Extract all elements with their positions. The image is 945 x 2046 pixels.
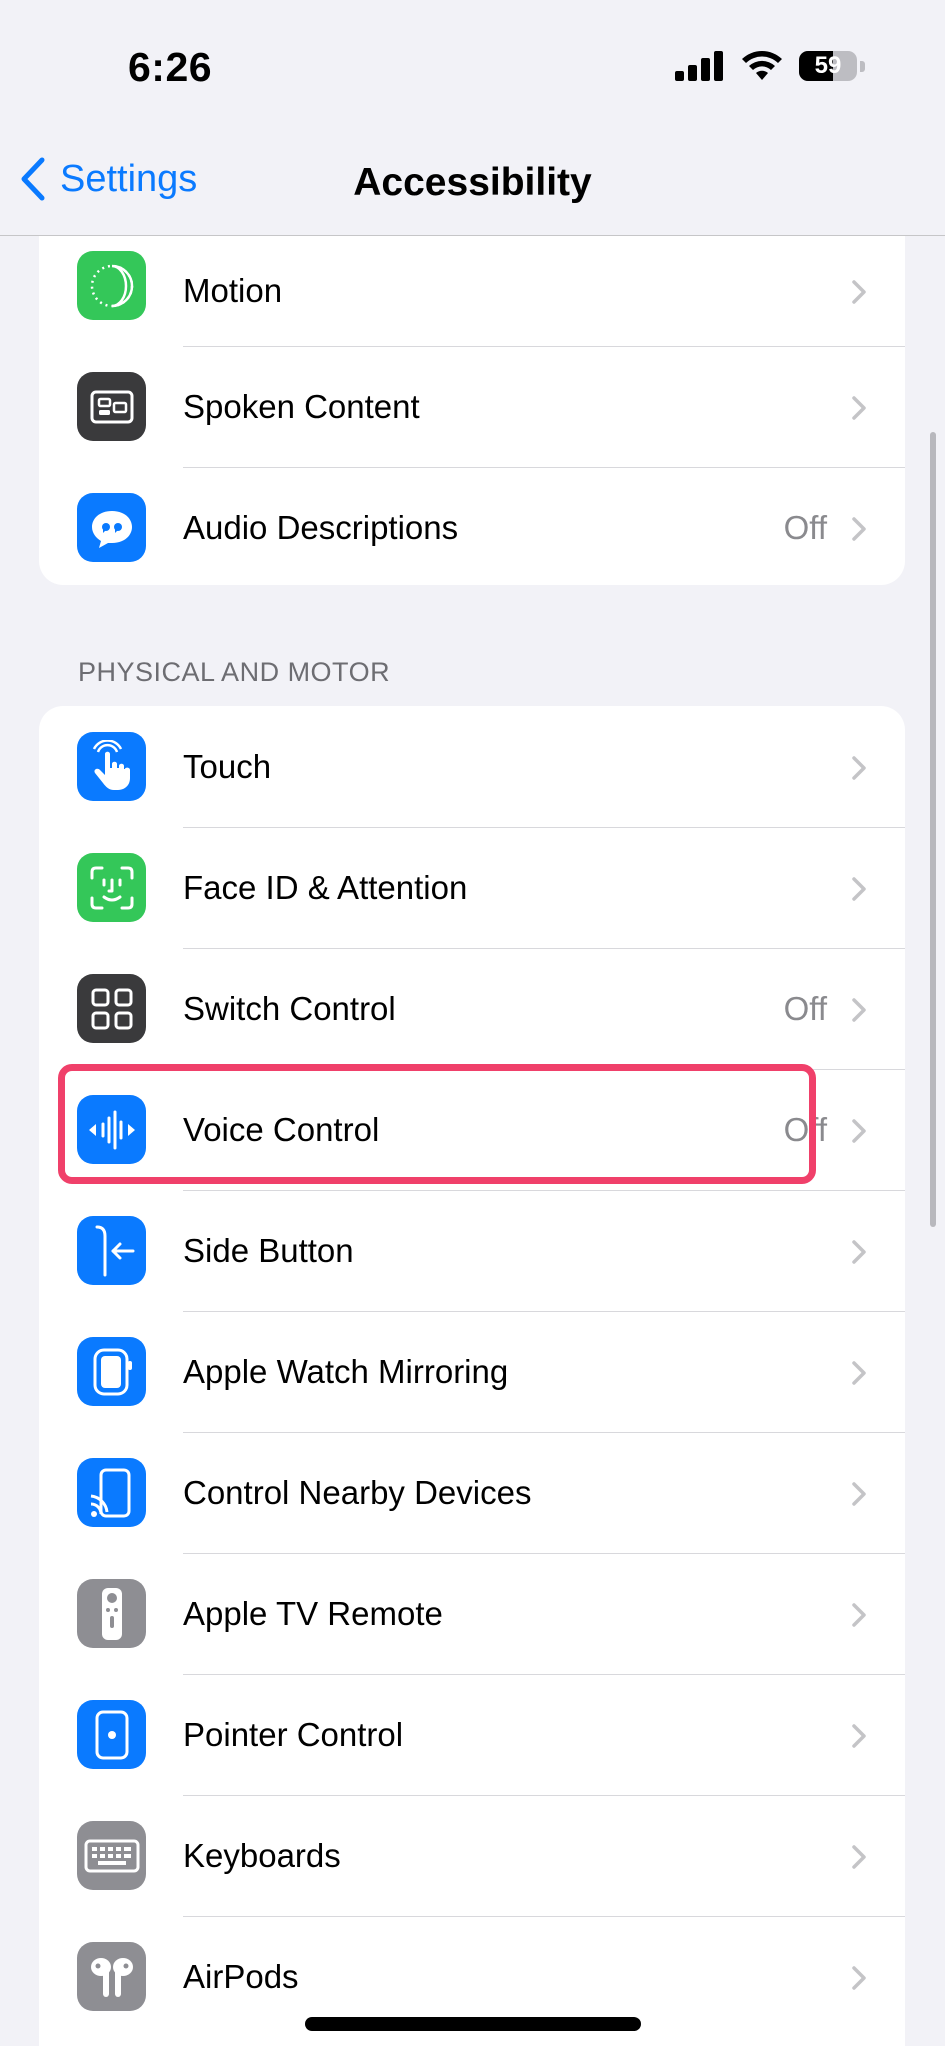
chevron-right-icon bbox=[852, 517, 866, 541]
row-keyboards[interactable]: Keyboards bbox=[39, 1795, 905, 1916]
row-label: Pointer Control bbox=[183, 1716, 404, 1753]
chevron-right-icon bbox=[852, 1240, 866, 1264]
row-apple-tv-remote[interactable]: Apple TV Remote bbox=[39, 1553, 905, 1674]
tv-remote-icon bbox=[77, 1579, 146, 1648]
navigation-bar: Settings Accessibility bbox=[0, 135, 945, 236]
row-label: Spoken Content bbox=[183, 388, 420, 425]
chevron-right-icon bbox=[852, 280, 866, 304]
row-pointer-control[interactable]: Pointer Control bbox=[39, 1674, 905, 1795]
home-indicator[interactable] bbox=[305, 2017, 641, 2031]
row-label: Apple TV Remote bbox=[183, 1595, 443, 1632]
row-label: Keyboards bbox=[183, 1837, 341, 1874]
chevron-right-icon bbox=[852, 998, 866, 1022]
physical-motor-group: Touch Face ID & Attention Switch Control… bbox=[39, 706, 905, 2046]
battery-percentage: 59 bbox=[814, 52, 842, 79]
row-label: Voice Control bbox=[183, 1111, 380, 1148]
wifi-icon bbox=[742, 51, 782, 80]
status-time: 6:26 bbox=[128, 44, 213, 90]
status-bar: 6:26 59 bbox=[0, 0, 945, 135]
row-apple-watch-mirroring[interactable]: Apple Watch Mirroring bbox=[39, 1311, 905, 1432]
row-switch-control[interactable]: Switch Control Off bbox=[39, 948, 905, 1069]
spoken-content-icon bbox=[77, 372, 146, 441]
row-face-id-attention[interactable]: Face ID & Attention bbox=[39, 827, 905, 948]
row-control-nearby-devices[interactable]: Control Nearby Devices bbox=[39, 1432, 905, 1553]
face-id-icon bbox=[77, 853, 146, 922]
chevron-right-icon bbox=[852, 1724, 866, 1748]
row-touch[interactable]: Touch bbox=[39, 706, 905, 827]
chevron-right-icon bbox=[852, 755, 866, 780]
vision-settings-group: Motion Spoken Content Audio Descriptions… bbox=[39, 236, 905, 585]
row-value: Off bbox=[783, 990, 827, 1027]
chevron-right-icon bbox=[852, 1845, 866, 1869]
row-label: Face ID & Attention bbox=[183, 869, 468, 906]
status-icons: 59 bbox=[675, 50, 865, 82]
chevron-right-icon bbox=[852, 1482, 866, 1506]
row-spoken-content[interactable]: Spoken Content bbox=[39, 346, 905, 467]
battery-icon: 59 bbox=[799, 51, 857, 81]
switch-control-icon bbox=[77, 974, 146, 1043]
row-label: Audio Descriptions bbox=[183, 509, 459, 546]
row-label: Touch bbox=[183, 747, 272, 785]
touch-icon bbox=[77, 732, 146, 801]
nearby-devices-icon bbox=[77, 1458, 146, 1527]
pointer-control-icon bbox=[77, 1700, 146, 1769]
row-label: AirPods bbox=[183, 1958, 299, 1995]
row-voice-control[interactable]: Voice Control Off bbox=[39, 1069, 905, 1190]
chevron-right-icon bbox=[852, 877, 866, 901]
row-label: Side Button bbox=[183, 1232, 354, 1269]
row-label: Apple Watch Mirroring bbox=[183, 1353, 509, 1390]
section-header-physical-motor: PHYSICAL AND MOTOR bbox=[78, 657, 391, 687]
motion-icon bbox=[77, 251, 146, 320]
airpods-icon bbox=[77, 1942, 146, 2011]
row-label: Control Nearby Devices bbox=[183, 1474, 532, 1511]
row-motion[interactable]: Motion bbox=[39, 236, 905, 346]
cellular-signal-icon bbox=[675, 51, 723, 81]
scrollbar[interactable] bbox=[930, 432, 936, 1227]
chevron-right-icon bbox=[852, 1119, 866, 1143]
row-audio-descriptions[interactable]: Audio Descriptions Off bbox=[39, 467, 905, 585]
audio-descriptions-icon bbox=[77, 493, 146, 562]
row-value: Off bbox=[783, 509, 827, 546]
chevron-right-icon bbox=[852, 396, 866, 420]
apple-watch-icon bbox=[77, 1337, 146, 1406]
row-label: Motion bbox=[183, 272, 283, 309]
page-title: Accessibility bbox=[353, 161, 592, 204]
keyboard-icon bbox=[77, 1821, 146, 1890]
battery-indicator: 59 bbox=[799, 51, 865, 81]
side-button-icon bbox=[77, 1216, 146, 1285]
row-value: Off bbox=[783, 1111, 827, 1148]
chevron-right-icon bbox=[852, 1966, 866, 1990]
chevron-right-icon bbox=[852, 1361, 866, 1385]
row-label: Switch Control bbox=[183, 990, 396, 1027]
voice-control-icon bbox=[77, 1095, 146, 1164]
chevron-right-icon bbox=[852, 1603, 866, 1627]
battery-tip bbox=[860, 60, 865, 72]
row-side-button[interactable]: Side Button bbox=[39, 1190, 905, 1311]
